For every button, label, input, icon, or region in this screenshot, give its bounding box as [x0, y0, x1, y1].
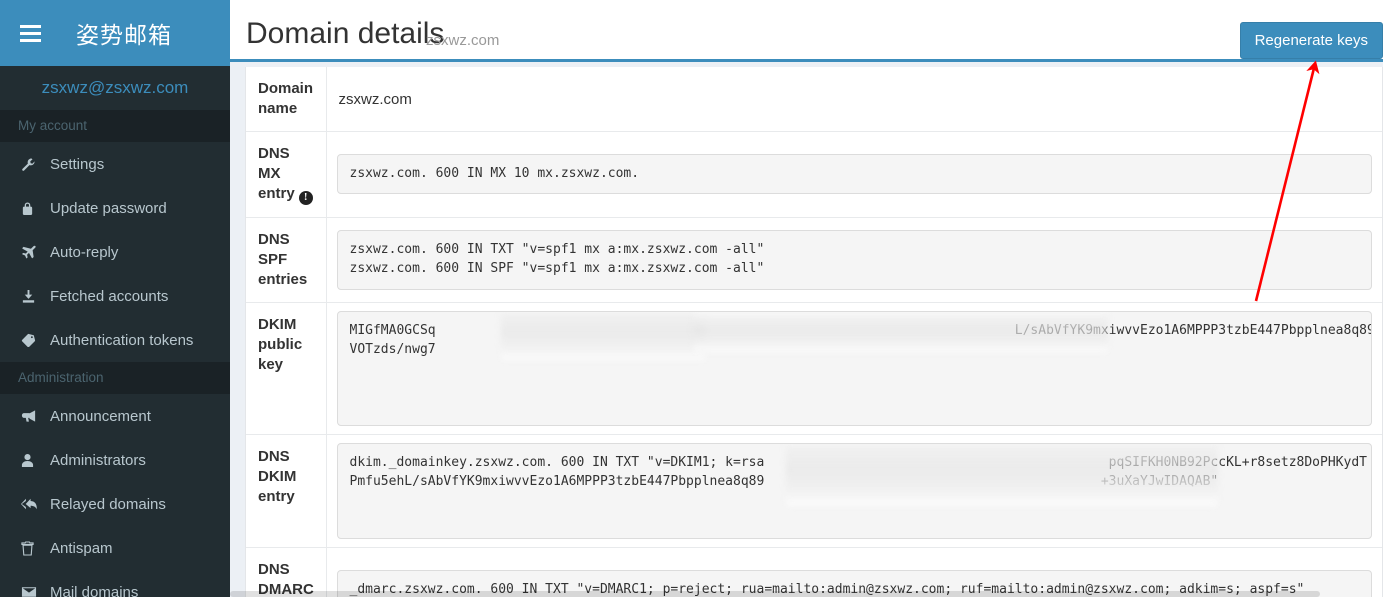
plane-icon — [21, 245, 47, 260]
content-header: Domain details zsxwz.com Regenerate keys — [230, 0, 1383, 62]
sidebar-user-email[interactable]: zsxwz@zsxwz.com — [42, 78, 189, 98]
row-label-dkim-public-key: DKIM public key — [246, 302, 327, 434]
bullhorn-icon — [21, 409, 47, 423]
domain-name-value: zsxwz.com — [338, 90, 412, 108]
dns-spf-entries-code[interactable]: zsxwz.com. 600 IN TXT "v=spf1 mx a:mx.zs… — [336, 229, 1372, 290]
sidebar-item-label: Administrators — [50, 451, 146, 469]
page-root: 姿势邮箱 zsxwz@zsxwz.com My account Settings… — [0, 0, 1383, 597]
sidebar-item-mail-domains[interactable]: Mail domains — [0, 570, 230, 597]
sidebar-item-update-password[interactable]: Update password — [0, 186, 230, 230]
download-icon — [21, 289, 47, 304]
domain-details-table: Domain name zsxwz.com DNS MX entry! zsxw… — [246, 67, 1382, 597]
code-line: MIGfMA0GCSq L/sAbVfYK9mxiwvvEzo1A6MPPP3t… — [349, 322, 1372, 338]
sidebar-user-panel: zsxwz@zsxwz.com — [0, 66, 230, 110]
dns-mx-entry-code[interactable]: zsxwz.com. 600 IN MX 10 mx.zsxwz.com. — [336, 154, 1372, 195]
row-label-dns-mx-entry: DNS MX entry! — [246, 131, 327, 217]
code-line: zsxwz.com. 600 IN TXT "v=spf1 mx a:mx.zs… — [349, 241, 765, 257]
code-line: VOTzds/nwg7 — [349, 341, 436, 357]
horizontal-scrollbar-thumb[interactable] — [230, 591, 1320, 597]
sidebar-section-header-my-account: My account — [0, 110, 230, 142]
code-line: Pmfu5ehL/sAbVfYK9mxiwvvEzo1A6MPPP3tzbE44… — [349, 473, 1219, 489]
sidebar-item-label: Authentication tokens — [50, 331, 194, 349]
wrench-icon — [21, 157, 47, 172]
row-label-dns-spf-entries: DNS SPF entries — [246, 217, 327, 302]
row-value-dns-dkim-entry: dkim._domainkey.zsxwz.com. 600 IN TXT "v… — [326, 434, 1382, 547]
vertical-scrollbar[interactable] — [1375, 0, 1383, 597]
table-row: DNS MX entry! zsxwz.com. 600 IN MX 10 mx… — [246, 131, 1382, 218]
info-icon[interactable]: ! — [298, 190, 313, 205]
sidebar-item-antispam[interactable]: Antispam — [0, 526, 230, 570]
sidebar-item-label: Relayed domains — [50, 495, 166, 513]
code-line: zsxwz.com. 600 IN MX 10 mx.zsxwz.com. — [349, 166, 640, 182]
envelope-icon — [21, 586, 47, 597]
table-row: Domain name zsxwz.com — [246, 67, 1382, 132]
code-line: zsxwz.com. 600 IN SPF "v=spf1 mx a:mx.zs… — [349, 260, 765, 276]
row-label-dns-dmarc-entry: DNS DMARC entry — [246, 547, 327, 597]
sidebar-item-announcement[interactable]: Announcement — [0, 394, 230, 438]
row-value-dns-mx-entry: zsxwz.com. 600 IN MX 10 mx.zsxwz.com. — [326, 132, 1382, 218]
sidebar-item-label: Settings — [50, 155, 105, 173]
sidebar-item-label: Auto-reply — [50, 243, 119, 261]
sidebar-item-fetched-accounts[interactable]: Fetched accounts — [0, 274, 230, 318]
table-row: DNS SPF entries zsxwz.com. 600 IN TXT "v… — [246, 217, 1382, 302]
sidebar-item-label: Mail domains — [50, 583, 139, 597]
reply-all-icon — [21, 497, 47, 511]
horizontal-scrollbar[interactable] — [230, 591, 1383, 597]
row-value-domain-name: zsxwz.com — [326, 67, 1382, 132]
sidebar-item-administrators[interactable]: Administrators — [0, 438, 230, 482]
row-value-dkim-public-key: MIGfMA0GCSq L/sAbVfYK9mxiwvvEzo1A6MPPP3t… — [326, 302, 1382, 434]
row-value-dns-dmarc-entry: _dmarc.zsxwz.com. 600 IN TXT "v=DMARC1; … — [326, 547, 1382, 597]
sidebar-section-header-administration: Administration — [0, 362, 230, 394]
domain-details-panel: Domain name zsxwz.com DNS MX entry! zsxw… — [245, 67, 1383, 597]
code-line: dkim._domainkey.zsxwz.com. 600 IN TXT "v… — [349, 454, 1367, 470]
tag-icon — [21, 333, 47, 348]
sidebar-brand-bar: 姿势邮箱 — [0, 0, 230, 66]
page-title: Domain details — [246, 17, 445, 50]
dkim-public-key-code[interactable]: MIGfMA0GCSq L/sAbVfYK9mxiwvvEzo1A6MPPP3t… — [336, 310, 1372, 426]
page-subtitle: zsxwz.com — [426, 32, 500, 49]
table-row: DNS DMARC entry _dmarc.zsxwz.com. 600 IN… — [246, 547, 1382, 597]
sidebar-item-authentication-tokens[interactable]: Authentication tokens — [0, 318, 230, 362]
hamburger-icon[interactable] — [10, 0, 50, 66]
sidebar-item-relayed-domains[interactable]: Relayed domains — [0, 482, 230, 526]
row-label-dns-dkim-entry: DNS DKIM entry — [246, 434, 327, 547]
table-row: DNS DKIM entry dkim._domainkey.zsxwz.com… — [246, 434, 1382, 547]
sidebar-item-label: Announcement — [50, 407, 151, 425]
row-value-dns-spf-entries: zsxwz.com. 600 IN TXT "v=spf1 mx a:mx.zs… — [326, 217, 1382, 302]
row-label-text: DNS MX entry — [258, 145, 295, 202]
regenerate-keys-button[interactable]: Regenerate keys — [1239, 22, 1383, 59]
row-label-domain-name: Domain name — [246, 67, 327, 132]
sidebar: 姿势邮箱 zsxwz@zsxwz.com My account Settings… — [0, 0, 230, 597]
table-row: DKIM public key MIGfMA0GCSq L/sAbVfYK9mx… — [246, 302, 1382, 434]
sidebar-item-label: Antispam — [50, 539, 113, 557]
sidebar-item-auto-reply[interactable]: Auto-reply — [0, 230, 230, 274]
sidebar-item-label: Fetched accounts — [50, 287, 169, 305]
trash-icon — [21, 540, 47, 556]
lock-icon — [21, 201, 47, 216]
main-content: Domain details zsxwz.com Regenerate keys… — [230, 0, 1383, 597]
user-icon — [21, 453, 47, 468]
dns-dkim-entry-code[interactable]: dkim._domainkey.zsxwz.com. 600 IN TXT "v… — [336, 442, 1372, 539]
sidebar-item-settings[interactable]: Settings — [0, 142, 230, 186]
sidebar-item-label: Update password — [50, 199, 167, 217]
